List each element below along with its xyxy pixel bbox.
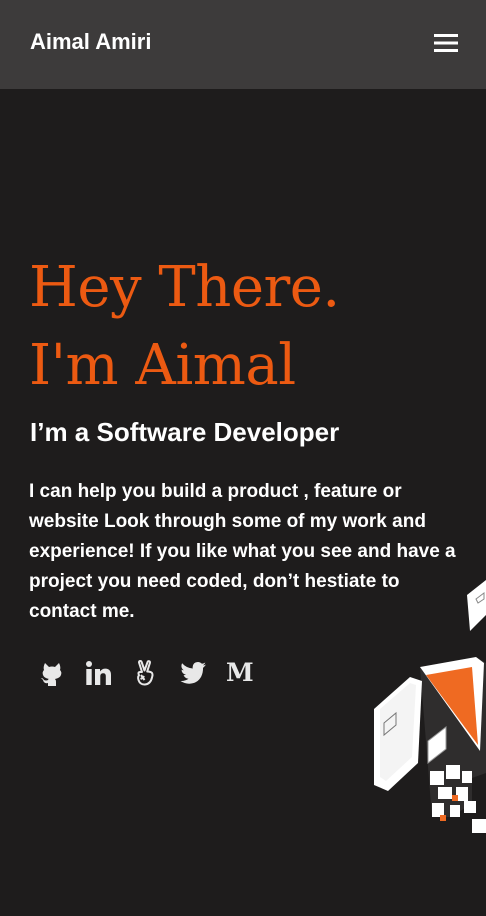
github-link[interactable] <box>38 659 66 687</box>
angellist-link[interactable] <box>132 659 160 687</box>
linkedin-link[interactable] <box>85 659 113 687</box>
twitter-link[interactable] <box>179 659 207 687</box>
hero-illustration <box>374 580 486 833</box>
github-icon <box>41 663 62 686</box>
linkedin-icon <box>86 661 111 685</box>
greeting-line-1: Hey There. <box>29 255 340 320</box>
medium-icon: M <box>226 658 254 687</box>
medium-link[interactable]: M <box>226 659 254 687</box>
navbar: Aimal Amiri <box>0 0 486 89</box>
social-links: M <box>38 659 254 687</box>
twitter-icon <box>180 662 206 684</box>
hamburger-menu-icon[interactable] <box>434 33 458 53</box>
hero-greeting: Hey There. I'm Aimal <box>29 249 340 405</box>
hero-role: I’m a Software Developer <box>30 417 340 447</box>
angellist-icon <box>137 660 154 686</box>
greeting-line-2: I'm Aimal <box>29 333 296 398</box>
brand-logo[interactable]: Aimal Amiri <box>30 29 151 55</box>
